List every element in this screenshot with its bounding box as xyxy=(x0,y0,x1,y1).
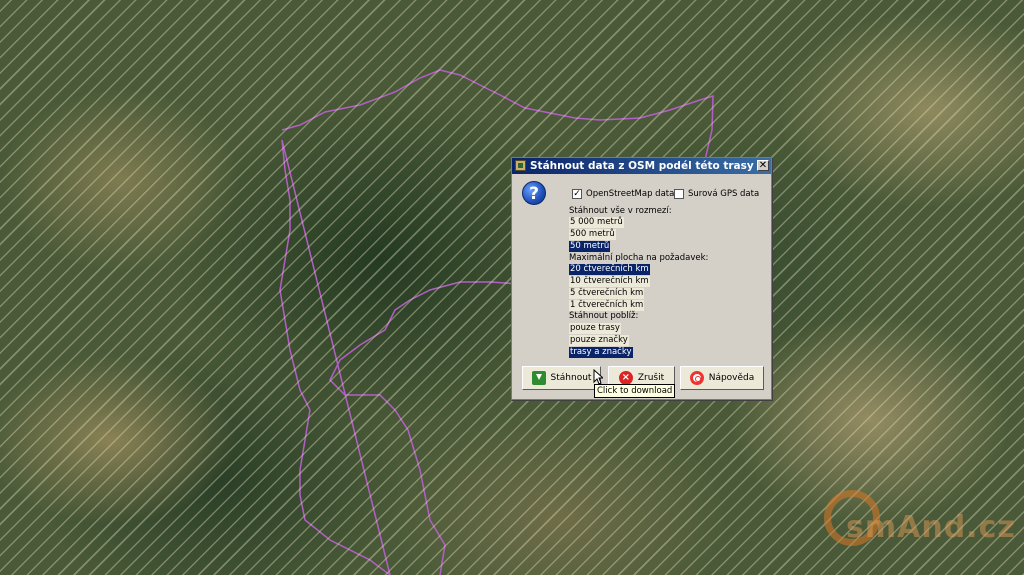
radius-group-label: Stáhnout vše v rozmezí: xyxy=(569,206,672,216)
question-icon: ? xyxy=(522,181,546,205)
area-option-5[interactable]: 5 čtverečních km xyxy=(569,288,645,299)
help-button-label: Nápověda xyxy=(708,373,755,383)
download-button[interactable]: Stáhnout xyxy=(522,366,601,390)
near-option-markers[interactable]: pouze značky xyxy=(569,335,629,346)
raw-gps-label: Surová GPS data xyxy=(688,188,760,199)
help-button[interactable]: Nápověda xyxy=(680,366,764,390)
dialog-title: Stáhnout data z OSM podél této trasy xyxy=(530,160,754,172)
radius-option-5000[interactable]: 5 000 metrů xyxy=(569,217,624,228)
area-group-label: Maximální plocha na požadavek: xyxy=(569,253,709,263)
lifebuoy-icon xyxy=(689,371,704,385)
radius-option-50[interactable]: 50 metrů xyxy=(569,241,611,252)
app-icon xyxy=(515,160,526,171)
cancel-icon: × xyxy=(618,371,633,385)
watermark-logo: smAnd.cz xyxy=(822,488,1022,558)
near-group-label: Stáhnout poblíž: xyxy=(569,311,639,321)
near-option-both[interactable]: trasy a značky xyxy=(569,347,633,358)
osm-data-checkbox[interactable]: ✓ xyxy=(572,188,582,199)
area-option-10[interactable]: 10 čtverečních km xyxy=(569,276,650,287)
radius-option-500[interactable]: 500 metrů xyxy=(569,229,616,240)
download-osm-dialog: Stáhnout data z OSM podél této trasy ✕ ?… xyxy=(511,157,772,400)
download-icon xyxy=(531,371,546,385)
download-tooltip: Click to download xyxy=(594,384,676,398)
osm-data-label: OpenStreetMap data xyxy=(586,188,675,199)
area-option-20[interactable]: 20 čtverečních km xyxy=(569,264,650,275)
dialog-titlebar[interactable]: Stáhnout data z OSM podél této trasy ✕ xyxy=(512,158,771,174)
osm-data-checkbox-row[interactable]: ✓ OpenStreetMap data xyxy=(572,187,674,200)
close-icon[interactable]: ✕ xyxy=(757,160,769,171)
mouse-cursor-icon xyxy=(593,369,603,385)
download-button-label: Stáhnout xyxy=(550,373,592,383)
near-option-tracks[interactable]: pouze trasy xyxy=(569,323,621,334)
cancel-button-label: Zrušit xyxy=(637,373,665,383)
area-option-1[interactable]: 1 čtverečních km xyxy=(569,300,645,311)
raw-gps-checkbox-row[interactable]: Surová GPS data xyxy=(674,187,759,200)
raw-gps-checkbox[interactable] xyxy=(674,188,684,199)
watermark-text: smAnd.cz xyxy=(846,510,1016,545)
